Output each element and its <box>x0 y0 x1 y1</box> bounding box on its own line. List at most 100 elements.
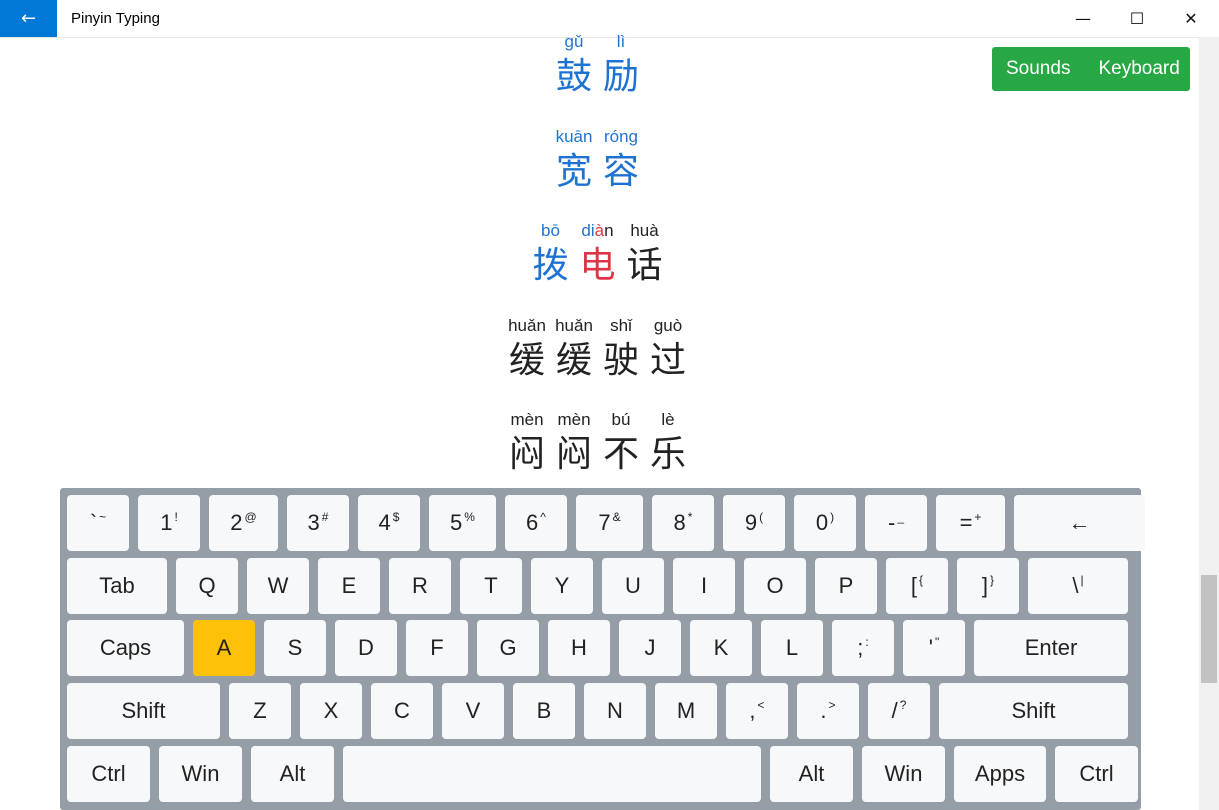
word-row: gǔ 鼓 lì 励 <box>0 30 1195 125</box>
key-Ctrl[interactable]: Ctrl <box>1055 746 1138 802</box>
key-Apps[interactable]: Apps <box>954 746 1046 802</box>
key-Shift[interactable]: Shift <box>939 683 1128 739</box>
char-block: bō 拨 <box>529 219 573 289</box>
key-6[interactable]: 6 ^ <box>505 495 567 551</box>
hanzi: 缓 <box>508 339 545 381</box>
pinyin: huà <box>630 221 659 240</box>
word: bō 拨 diàn 电 huà 话 <box>529 219 667 289</box>
key-R[interactable]: R <box>389 558 451 614</box>
hanzi: 闷 <box>555 434 592 475</box>
on-screen-keyboard: ` ~1! 2 @3 #4 $5% 6 ^ 7 & 8 * 9(0) - _ = + ← Tab Q W E R T Y U I O P… <box>60 488 1145 810</box>
scrollbar[interactable] <box>1199 37 1219 810</box>
key-x92[interactable]: \ | <box>1028 558 1128 614</box>
key-Z[interactable]: Z <box>229 683 291 739</box>
char-block: huǎn 缓 <box>505 314 549 384</box>
pinyin: lì <box>616 32 626 51</box>
key-Enter[interactable]: Enter <box>974 620 1128 676</box>
hanzi: 驶 <box>602 339 639 381</box>
key-G[interactable]: G <box>477 620 539 676</box>
pinyin: bú <box>611 410 631 429</box>
key-x61[interactable]: = + <box>936 495 1005 551</box>
key-space[interactable] <box>343 746 761 802</box>
key-Q[interactable]: Q <box>176 558 238 614</box>
word-row: kuān 宽 róng 容 <box>0 125 1195 220</box>
key-3[interactable]: 3 # <box>287 495 349 551</box>
key-x46[interactable]: . > <box>797 683 859 739</box>
char-block: shǐ 驶 <box>599 314 643 384</box>
key-Shift[interactable]: Shift <box>67 683 220 739</box>
key-N[interactable]: N <box>584 683 646 739</box>
key-x96[interactable]: ` ~ <box>67 495 129 551</box>
pinyin: guò <box>653 315 683 335</box>
key-X[interactable]: X <box>300 683 362 739</box>
pinyin: shǐ <box>610 315 632 335</box>
key-I[interactable]: I <box>673 558 735 614</box>
key-Y[interactable]: Y <box>531 558 593 614</box>
key-O[interactable]: O <box>744 558 806 614</box>
key-x8592[interactable]: ← <box>1014 495 1145 551</box>
key-x44[interactable]: , < <box>726 683 788 739</box>
key-Win[interactable]: Win <box>159 746 242 802</box>
key-C[interactable]: C <box>371 683 433 739</box>
key-Alt[interactable]: Alt <box>251 746 334 802</box>
key-5[interactable]: 5% <box>429 495 496 551</box>
key-2[interactable]: 2 @ <box>209 495 278 551</box>
hanzi: 拨 <box>532 245 569 286</box>
key-F[interactable]: F <box>406 620 468 676</box>
key-x93[interactable]: ]} <box>957 558 1019 614</box>
hanzi: 容 <box>602 150 639 192</box>
key-Tab[interactable]: Tab <box>67 558 167 614</box>
key-1[interactable]: 1! <box>138 495 200 551</box>
key-Alt[interactable]: Alt <box>770 746 853 802</box>
pinyin: huǎn <box>555 315 593 335</box>
pinyin: huǎn <box>508 315 546 335</box>
key-x47[interactable]: /? <box>868 683 930 739</box>
key-9[interactable]: 9( <box>723 495 785 551</box>
key-Caps[interactable]: Caps <box>67 620 184 676</box>
hanzi: 宽 <box>555 150 592 192</box>
pinyin: kuān <box>555 126 593 146</box>
key-P[interactable]: P <box>815 558 877 614</box>
key-S[interactable]: S <box>264 620 326 676</box>
word: gǔ 鼓 lì 励 <box>552 30 643 100</box>
word-row: bō 拨 diàn 电 huà 话 <box>0 219 1195 314</box>
key-0[interactable]: 0) <box>794 495 856 551</box>
key-B[interactable]: B <box>513 683 575 739</box>
key-U[interactable]: U <box>602 558 664 614</box>
hanzi: 励 <box>602 56 639 97</box>
char-block: diàn 电 <box>576 219 620 289</box>
key-E[interactable]: E <box>318 558 380 614</box>
key-H[interactable]: H <box>548 620 610 676</box>
pinyin: róng <box>603 126 639 146</box>
key-D[interactable]: D <box>335 620 397 676</box>
pinyin: lè <box>661 410 675 429</box>
key-x45[interactable]: - _ <box>865 495 927 551</box>
key-T[interactable]: T <box>460 558 522 614</box>
scroll-thumb[interactable] <box>1201 575 1217 683</box>
key-L[interactable]: L <box>761 620 823 676</box>
key-x39[interactable]: ' " <box>903 620 965 676</box>
word: kuān 宽 róng 容 <box>552 125 643 195</box>
key-M[interactable]: M <box>655 683 717 739</box>
key-V[interactable]: V <box>442 683 504 739</box>
pinyin: mèn <box>557 410 591 429</box>
word: mèn 闷 mèn 闷 bú 不 lè 乐 <box>505 408 690 478</box>
key-x59[interactable]: ;: <box>832 620 894 676</box>
pinyin: mèn <box>510 410 544 429</box>
key-4[interactable]: 4 $ <box>358 495 420 551</box>
key-K[interactable]: K <box>690 620 752 676</box>
key-A[interactable]: A <box>193 620 255 676</box>
key-W[interactable]: W <box>247 558 309 614</box>
key-Win[interactable]: Win <box>862 746 945 802</box>
char-block: lè 乐 <box>646 408 690 478</box>
pinyin: bō <box>541 221 560 240</box>
key-J[interactable]: J <box>619 620 681 676</box>
word: huǎn 缓 huǎn 缓 shǐ 驶 guò 过 <box>505 314 690 384</box>
key-8[interactable]: 8 * <box>652 495 714 551</box>
char-block: róng 容 <box>599 125 643 195</box>
hanzi: 乐 <box>649 434 686 475</box>
key-7[interactable]: 7 & <box>576 495 643 551</box>
key-Ctrl[interactable]: Ctrl <box>67 746 150 802</box>
key-x91[interactable]: [{ <box>886 558 948 614</box>
char-block: bú 不 <box>599 408 643 478</box>
